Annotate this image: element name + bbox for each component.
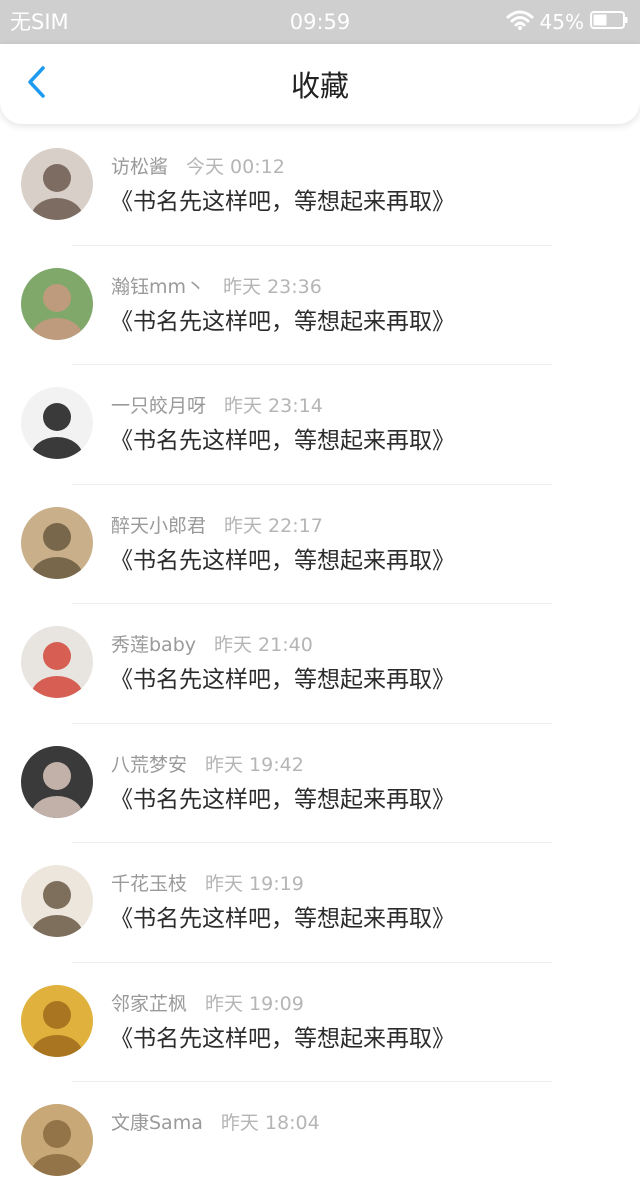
item-meta: 一只皎月呀 昨天 23:14 bbox=[111, 393, 323, 419]
battery-icon bbox=[590, 11, 628, 33]
page-title: 收藏 bbox=[290, 69, 349, 103]
list-item[interactable]: 瀚钰mm丶 昨天 23:36 《书名先这样吧，等想起来再取》 bbox=[0, 246, 640, 365]
book-title[interactable]: 《书名先这样吧，等想起来再取》 bbox=[110, 664, 455, 696]
book-title[interactable]: 《书名先这样吧，等想起来再取》 bbox=[110, 1023, 455, 1055]
user-name[interactable]: 千花玉枝 bbox=[111, 873, 187, 895]
list-item[interactable]: 千花玉枝 昨天 19:19 《书名先这样吧，等想起来再取》 bbox=[0, 843, 640, 963]
book-title[interactable]: 《书名先这样吧，等想起来再取》 bbox=[110, 784, 455, 816]
item-meta: 千花玉枝 昨天 19:19 bbox=[111, 871, 304, 897]
timestamp: 昨天 22:17 bbox=[224, 514, 323, 537]
avatar[interactable] bbox=[21, 745, 93, 818]
user-name[interactable]: 瀚钰mm丶 bbox=[111, 276, 205, 298]
user-name[interactable]: 邻家芷枫 bbox=[111, 993, 187, 1015]
avatar[interactable] bbox=[21, 984, 93, 1057]
user-name[interactable]: 八荒梦安 bbox=[111, 754, 187, 776]
item-meta: 访松酱 今天 00:12 bbox=[111, 154, 285, 180]
avatar[interactable] bbox=[21, 148, 93, 220]
item-meta: 邻家芷枫 昨天 19:09 bbox=[111, 991, 304, 1017]
avatar[interactable] bbox=[21, 387, 93, 459]
item-meta: 醉天小郎君 昨天 22:17 bbox=[111, 513, 323, 539]
user-name[interactable]: 文康Sama bbox=[111, 1112, 203, 1134]
book-title[interactable]: 《书名先这样吧，等想起来再取》 bbox=[110, 425, 455, 457]
list-item[interactable]: 邻家芷枫 昨天 19:09 《书名先这样吧，等想起来再取》 bbox=[0, 963, 640, 1082]
book-title[interactable]: 《书名先这样吧，等想起来再取》 bbox=[110, 306, 455, 338]
favorites-list: 访松酱 今天 00:12 《书名先这样吧，等想起来再取》 瀚钰mm丶 昨天 23:3… bbox=[0, 126, 640, 1202]
status-bar: 无SIM 09:59 45% bbox=[0, 0, 640, 44]
timestamp: 昨天 19:19 bbox=[205, 873, 304, 895]
timestamp: 今天 00:12 bbox=[186, 156, 285, 178]
status-right: 45% bbox=[506, 8, 628, 36]
book-title[interactable]: 《书名先这样吧，等想起来再取》 bbox=[110, 903, 455, 935]
avatar[interactable] bbox=[21, 506, 93, 579]
timestamp: 昨天 21:40 bbox=[214, 634, 313, 656]
user-name[interactable]: 秀莲baby bbox=[111, 634, 196, 656]
timestamp: 昨天 19:09 bbox=[205, 992, 304, 1015]
list-item[interactable]: 醉天小郎君 昨天 22:17 《书名先这样吧，等想起来再取》 bbox=[0, 485, 640, 604]
avatar[interactable] bbox=[21, 626, 93, 698]
list-item[interactable]: 秀莲baby 昨天 21:40 《书名先这样吧，等想起来再取》 bbox=[0, 604, 640, 724]
timestamp: 昨天 23:14 bbox=[224, 395, 323, 417]
avatar[interactable] bbox=[21, 865, 93, 937]
item-meta: 文康Sama 昨天 18:04 bbox=[111, 1110, 320, 1136]
timestamp: 昨天 23:36 bbox=[223, 275, 322, 298]
battery-percent: 45% bbox=[539, 10, 584, 34]
user-name[interactable]: 访松酱 bbox=[111, 156, 168, 178]
book-title[interactable]: 《书名先这样吧，等想起来再取》 bbox=[110, 186, 455, 218]
user-name[interactable]: 醉天小郎君 bbox=[111, 515, 206, 537]
item-meta: 八荒梦安 昨天 19:42 bbox=[111, 752, 304, 778]
list-item[interactable]: 访松酱 今天 00:12 《书名先这样吧，等想起来再取》 bbox=[0, 126, 640, 246]
avatar[interactable] bbox=[21, 1104, 93, 1176]
item-meta: 瀚钰mm丶 昨天 23:36 bbox=[111, 274, 322, 300]
list-item[interactable]: 一只皎月呀 昨天 23:14 《书名先这样吧，等想起来再取》 bbox=[0, 365, 640, 485]
user-name[interactable]: 一只皎月呀 bbox=[111, 395, 206, 417]
book-title[interactable]: 《书名先这样吧，等想起来再取》 bbox=[110, 545, 455, 577]
wifi-icon bbox=[506, 10, 540, 34]
item-meta: 秀莲baby 昨天 21:40 bbox=[111, 632, 313, 658]
timestamp: 昨天 19:42 bbox=[205, 753, 304, 776]
avatar[interactable] bbox=[21, 267, 93, 340]
list-item[interactable]: 八荒梦安 昨天 19:42 《书名先这样吧，等想起来再取》 bbox=[0, 724, 640, 843]
list-item[interactable]: 文康Sama 昨天 18:04 bbox=[0, 1082, 640, 1202]
nav-bar: 收藏 bbox=[0, 44, 640, 124]
timestamp: 昨天 18:04 bbox=[220, 1112, 320, 1134]
